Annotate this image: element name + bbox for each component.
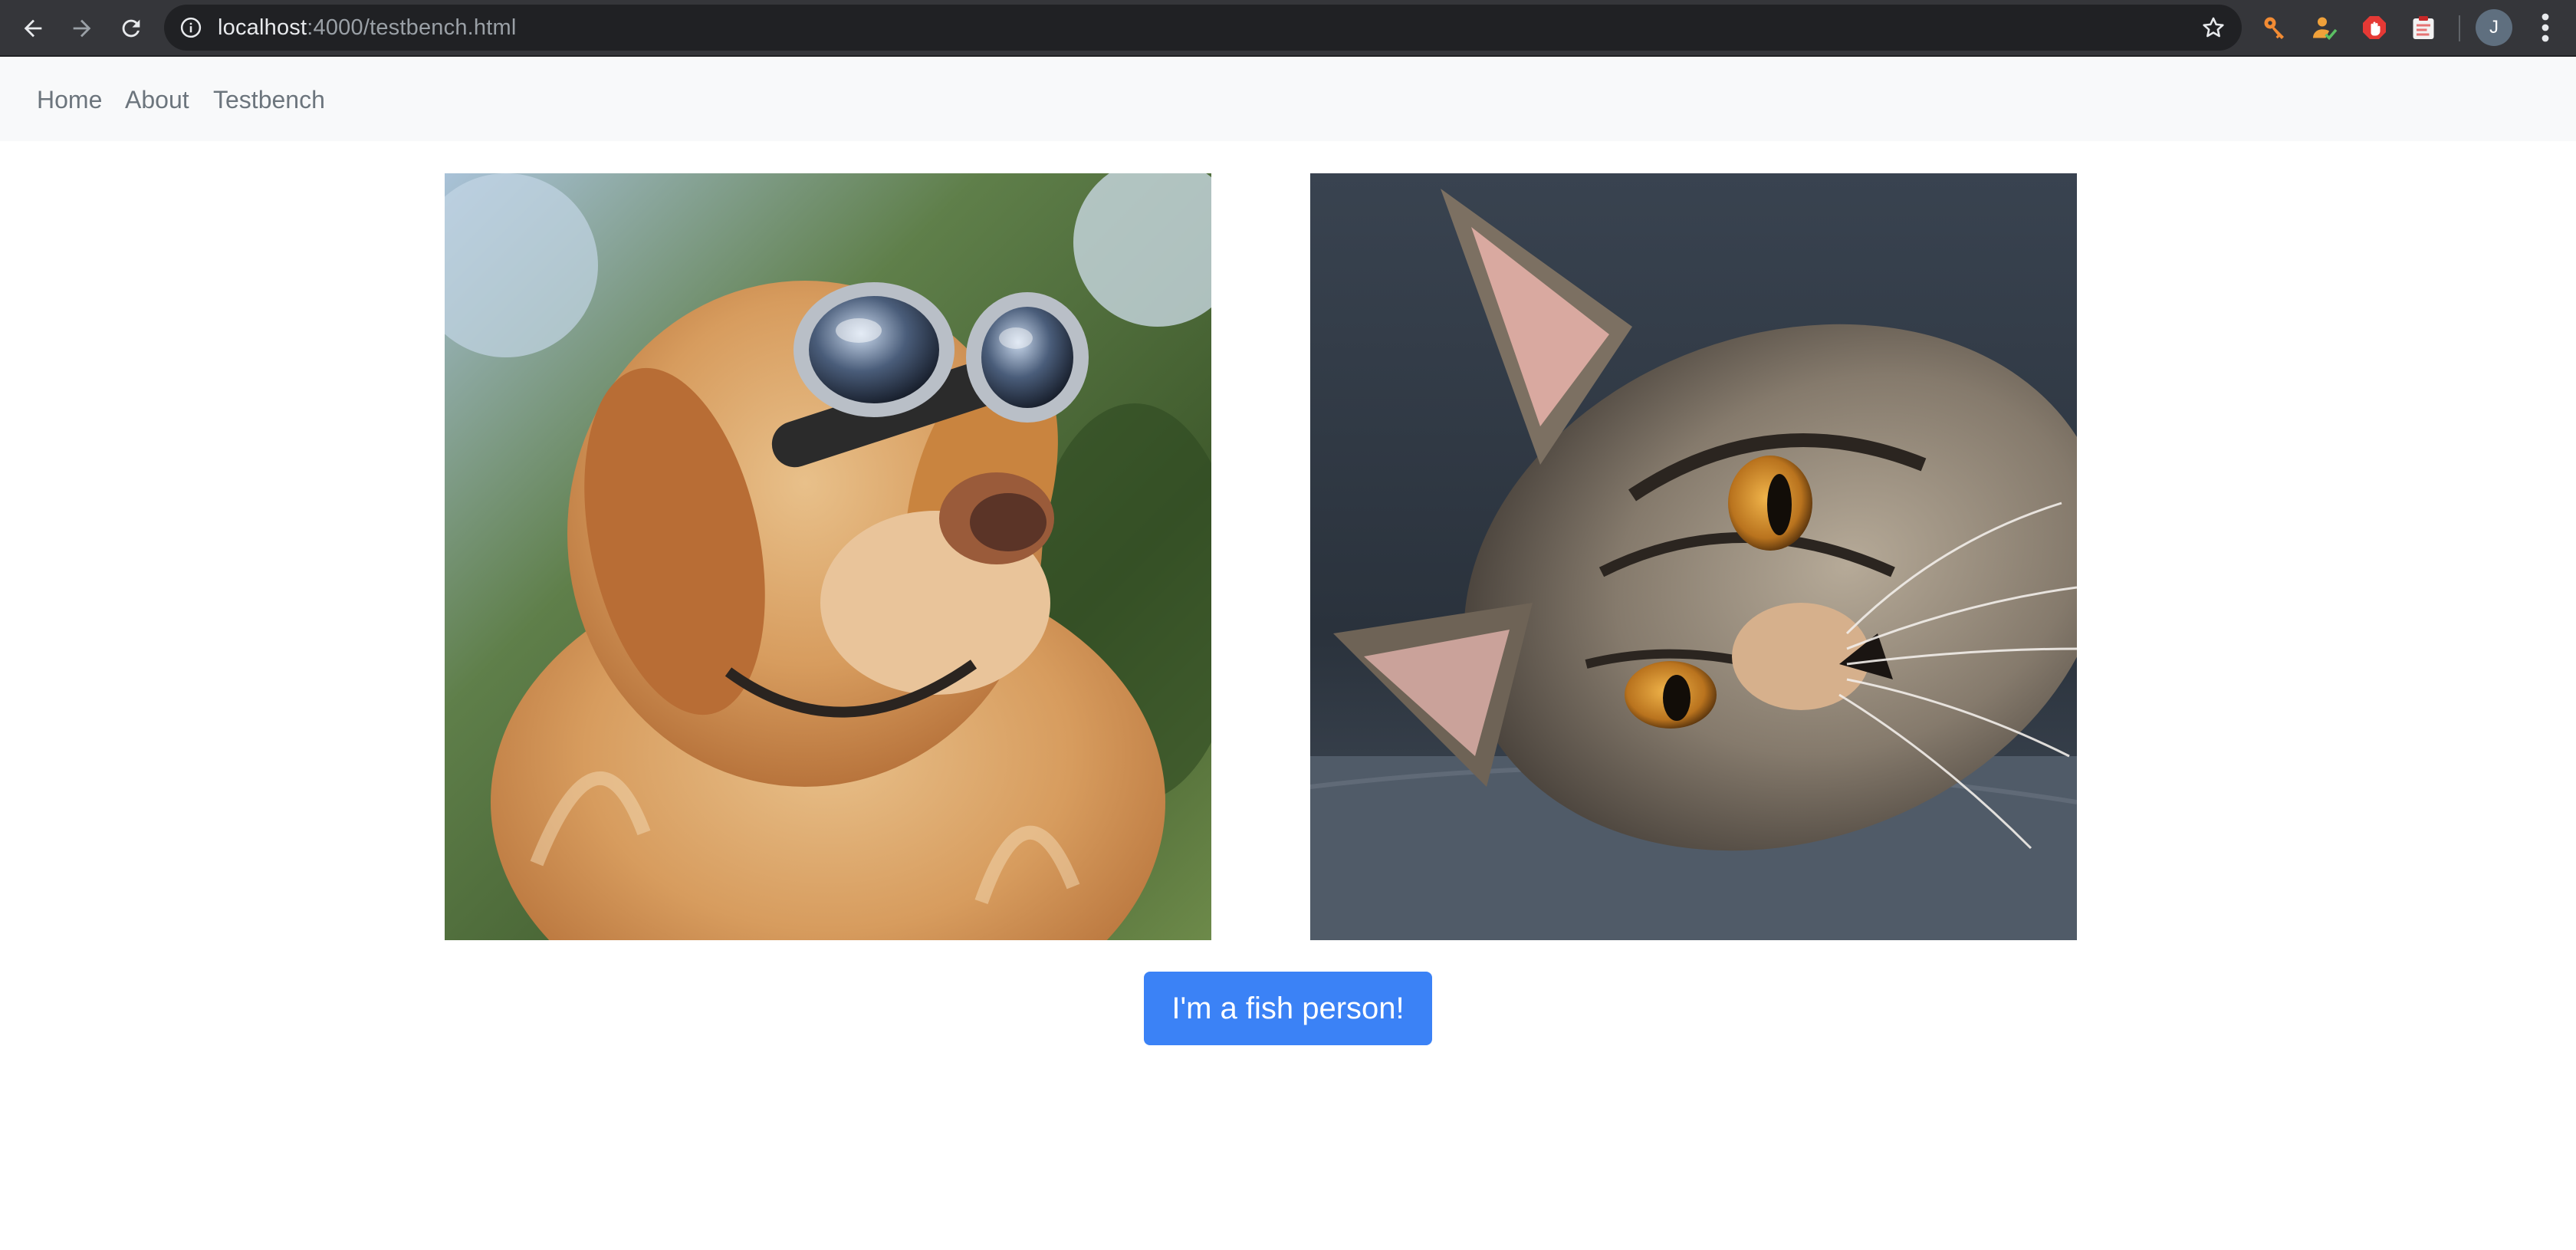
browser-toolbar: localhost:4000/testbench.html J [0, 0, 2576, 57]
site-navbar: Home About Testbench [0, 57, 2576, 141]
star-icon[interactable] [2200, 15, 2226, 41]
url-host: localhost [218, 15, 307, 40]
person-check-extension-button[interactable] [2309, 12, 2340, 43]
nav-link-testbench[interactable]: Testbench [213, 57, 325, 141]
kebab-menu-icon[interactable] [2530, 9, 2561, 46]
forward-arrow-icon [73, 19, 91, 38]
nav-link-home[interactable]: Home [37, 57, 102, 141]
info-icon[interactable] [179, 16, 202, 39]
tabby-kitten-illustration [1310, 173, 2077, 940]
forward-button[interactable] [61, 8, 103, 49]
fish-person-button[interactable]: I'm a fish person! [1144, 972, 1432, 1045]
profile-avatar[interactable]: J [2476, 9, 2512, 46]
url-path: :4000/testbench.html [307, 15, 517, 40]
toolbar-divider [2459, 15, 2460, 41]
reload-icon [122, 19, 140, 38]
nav-link-about[interactable]: About [125, 57, 189, 141]
clipboard-extension-icon [2413, 16, 2434, 39]
dog-with-goggles-illustration [445, 173, 1211, 940]
cat-photo[interactable] [1310, 173, 2077, 940]
back-arrow-icon [24, 19, 42, 38]
back-button[interactable] [12, 8, 54, 49]
stop-hand-extension-icon [2363, 16, 2386, 39]
dog-photo[interactable] [445, 173, 1211, 940]
reload-button[interactable] [110, 8, 152, 49]
clipboard-extension-button[interactable] [2408, 12, 2439, 43]
url-text: localhost:4000/testbench.html [218, 5, 517, 51]
key-extension-icon [2264, 17, 2284, 39]
stop-hand-extension-button[interactable] [2359, 12, 2390, 43]
address-bar[interactable]: localhost:4000/testbench.html [164, 5, 2242, 51]
key-extension-button[interactable] [2259, 12, 2290, 43]
person-check-extension-icon [2313, 17, 2338, 41]
